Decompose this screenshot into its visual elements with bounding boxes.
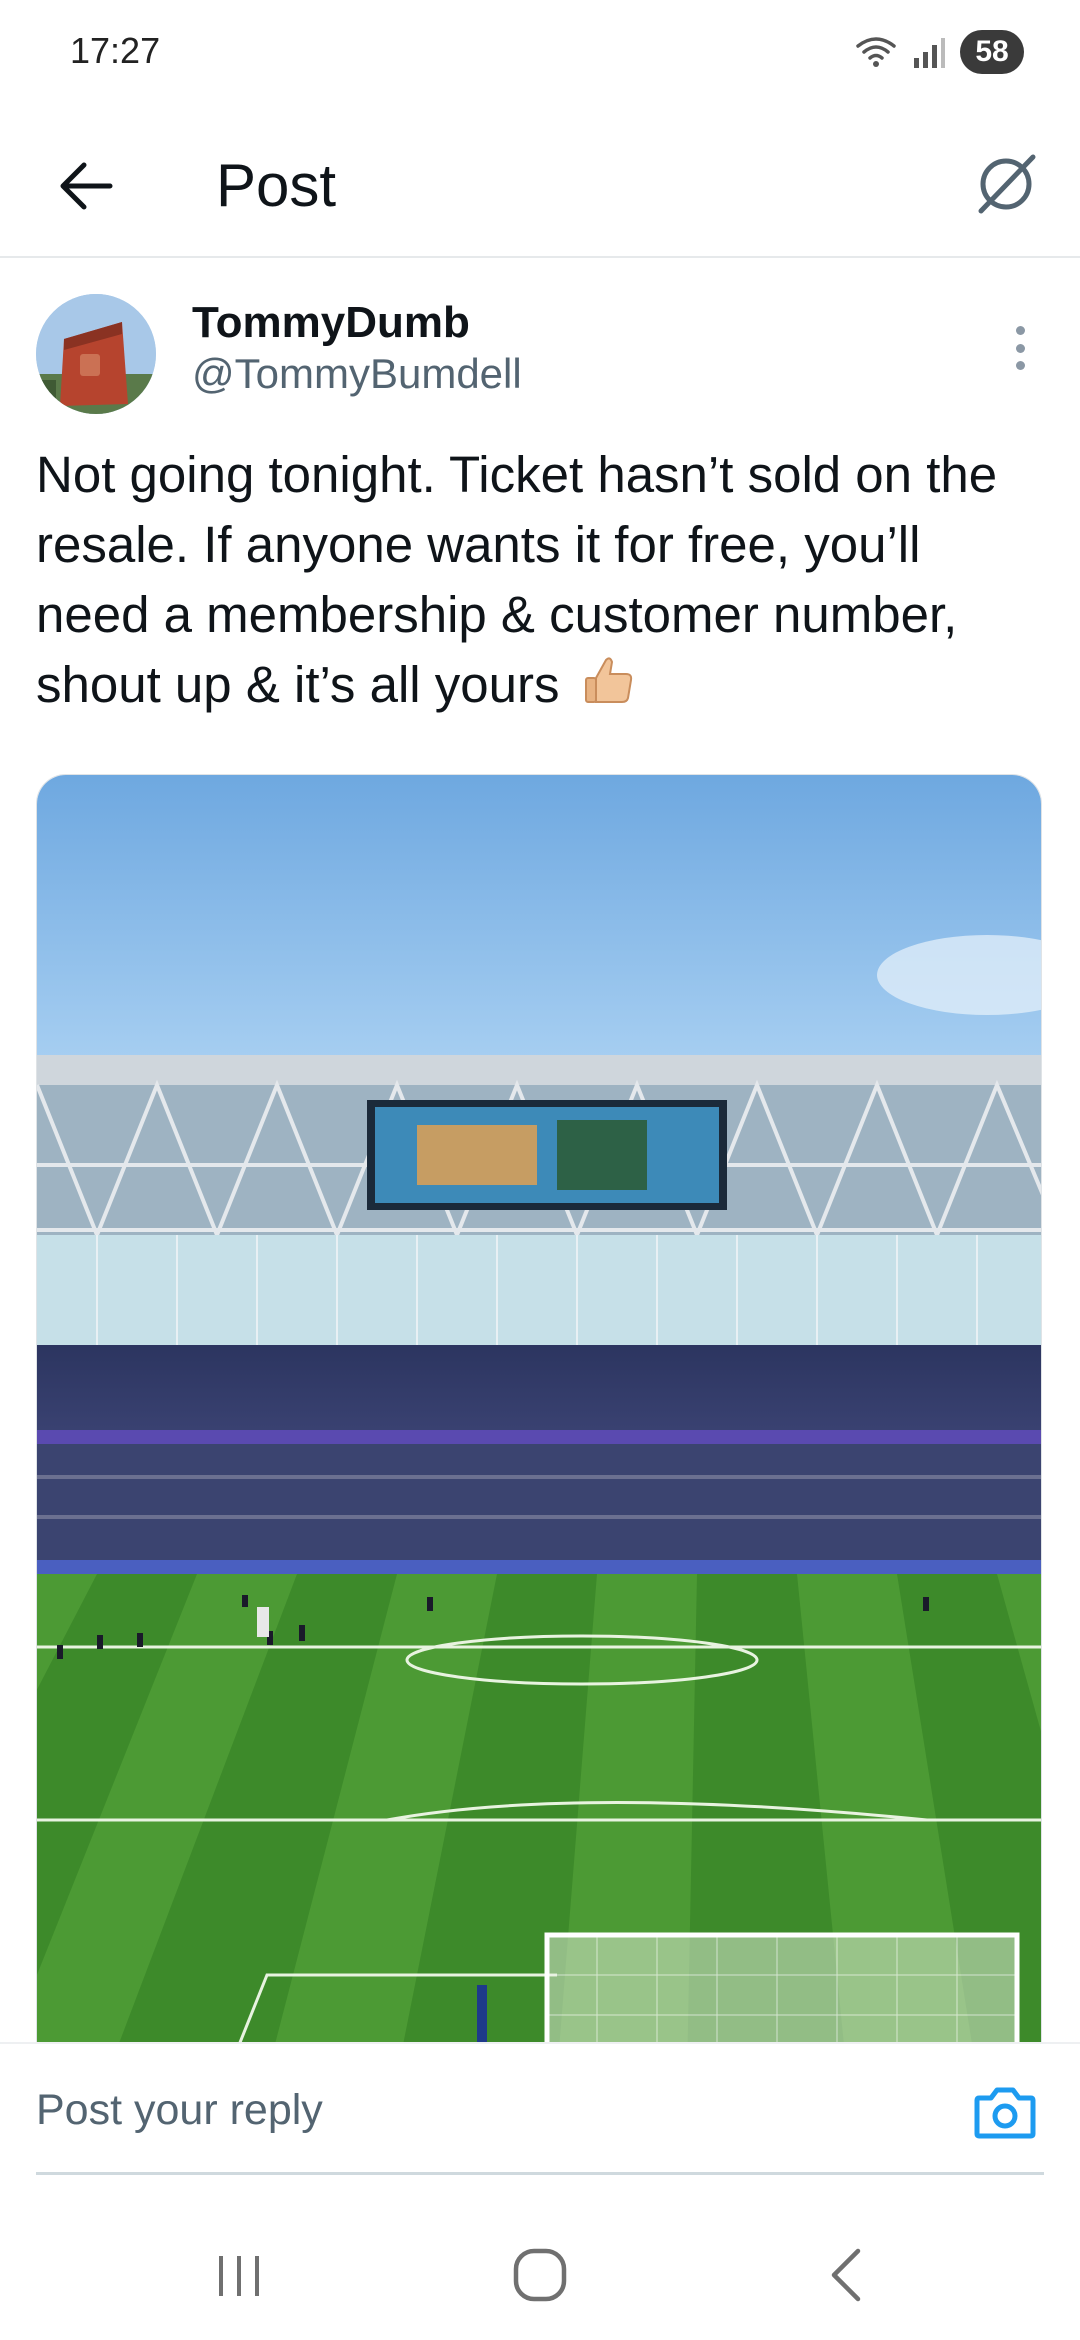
status-time: 17:27 [70, 30, 161, 71]
battery-icon: 58 [960, 30, 1024, 74]
stadium-photo [37, 775, 1041, 2073]
display-name[interactable]: TommyDumb [192, 298, 470, 348]
recent-apps-button[interactable] [190, 2240, 290, 2310]
top-app-bar: Post [0, 108, 1080, 258]
reply-divider [36, 2172, 1044, 2175]
camera-button[interactable] [970, 2080, 1040, 2144]
page-title: Post [216, 152, 337, 219]
post-image[interactable] [36, 774, 1042, 2074]
recent-apps-icon [219, 2256, 259, 2296]
back-button[interactable] [46, 146, 126, 226]
signal-icon [914, 38, 945, 68]
status-bar: 17:27 58 [0, 0, 1080, 108]
reply-bar [0, 2042, 1080, 2178]
post-text: Not going tonight. Ticket hasn’t sold on… [36, 440, 1046, 726]
avatar[interactable] [36, 294, 156, 414]
status-icons: 58 [854, 30, 1024, 74]
home-icon [513, 2248, 567, 2302]
more-dot-icon [1015, 326, 1025, 335]
arrow-left-icon [60, 162, 113, 210]
back-chevron-icon [831, 2248, 861, 2302]
more-options-button[interactable] [1000, 318, 1040, 378]
avatar-image [36, 294, 156, 414]
user-handle[interactable]: @TommyBumdell [192, 350, 522, 398]
grok-icon [978, 154, 1036, 214]
camera-icon [974, 2087, 1036, 2139]
grok-button[interactable] [966, 144, 1046, 224]
wifi-icon [856, 37, 896, 67]
thumbs-up-icon [582, 652, 638, 726]
reply-input[interactable] [36, 2080, 916, 2140]
home-button[interactable] [490, 2240, 590, 2310]
more-dot-icon [1015, 343, 1025, 353]
more-dot-icon [1015, 361, 1025, 370]
system-nav-bar [0, 2200, 1080, 2340]
post-body: Not going tonight. Ticket hasn’t sold on… [36, 446, 998, 713]
system-back-button[interactable] [796, 2240, 896, 2310]
